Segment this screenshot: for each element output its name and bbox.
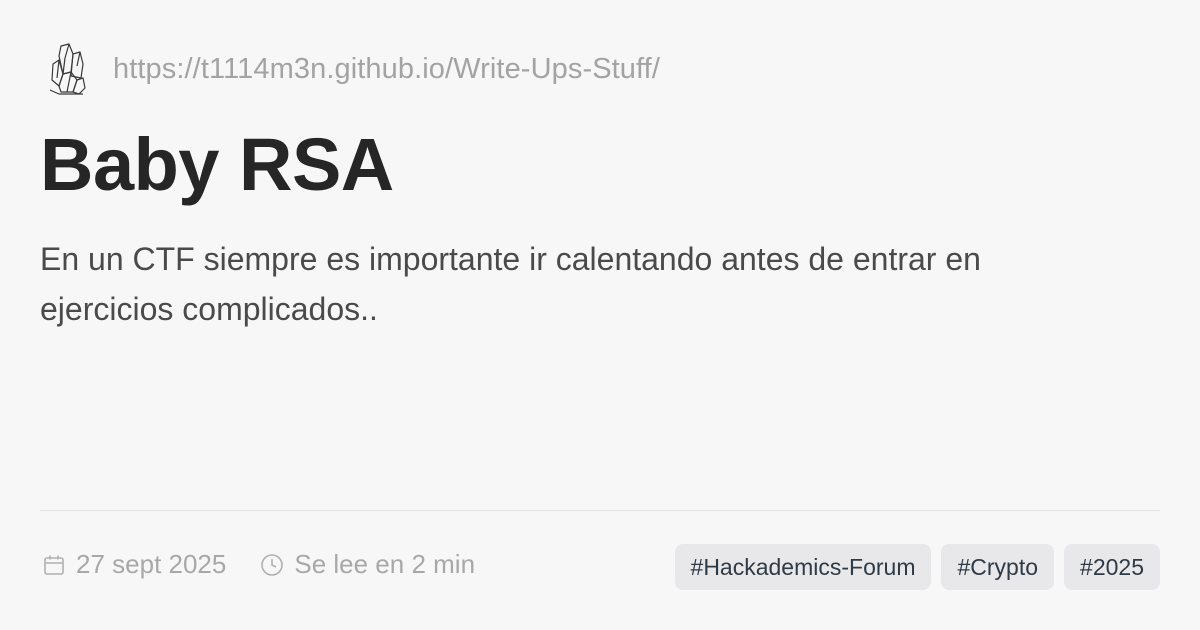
post-meta: 27 sept 2025 Se lee en 2 min xyxy=(42,549,475,580)
tag-hackademics-forum[interactable]: #Hackademics-Forum xyxy=(674,544,932,590)
og-card: https://t1114m3n.github.io/Write-Ups-Stu… xyxy=(0,0,1200,630)
divider xyxy=(40,510,1160,511)
tag-2025[interactable]: #2025 xyxy=(1064,544,1160,590)
reading-time: Se lee en 2 min xyxy=(294,549,476,579)
clock-icon xyxy=(261,553,284,576)
reading-time-meta: Se lee en 2 min xyxy=(260,549,475,580)
tag-list: #Hackademics-Forum #Crypto #2025 xyxy=(674,544,1160,590)
post-description: En un CTF siempre es importante ir calen… xyxy=(40,241,981,327)
post-date: 27 sept 2025 xyxy=(76,549,227,579)
calendar-icon xyxy=(44,555,64,575)
tag-crypto[interactable]: #Crypto xyxy=(941,544,1055,590)
page-title: Baby RSA xyxy=(40,123,394,206)
site-url-link[interactable]: https://t1114m3n.github.io/Write-Ups-Stu… xyxy=(113,53,660,86)
site-header: https://t1114m3n.github.io/Write-Ups-Stu… xyxy=(47,42,660,96)
crystal-cluster-icon xyxy=(49,43,86,95)
date-meta: 27 sept 2025 xyxy=(42,549,226,580)
